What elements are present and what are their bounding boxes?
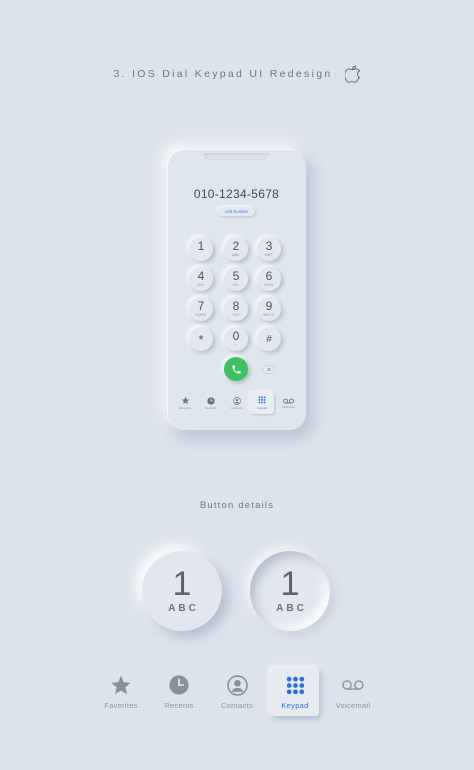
clock-icon bbox=[169, 675, 189, 695]
tab-label: Recents bbox=[164, 701, 194, 710]
key-2[interactable]: 2 ABC bbox=[224, 237, 248, 261]
key-5[interactable]: 5 JKL bbox=[224, 267, 248, 291]
phone-tab-bar: Favorites Recents Contacts Keypad Voicem… bbox=[173, 392, 300, 414]
tab-label: Contacts bbox=[221, 701, 253, 710]
phone-tab-label: Favorites bbox=[178, 406, 192, 410]
key-digit: 3 bbox=[265, 239, 273, 253]
key-letters: ABC bbox=[231, 253, 241, 257]
phone-tab-label: Voicemail bbox=[281, 404, 295, 409]
phone-notch bbox=[204, 153, 269, 160]
apple-icon bbox=[344, 65, 360, 83]
phone-tab-voicemail[interactable]: Voicemail bbox=[276, 392, 300, 414]
tab-voicemail[interactable]: Voicemail bbox=[329, 668, 377, 716]
phone-tab-recents[interactable]: Recents bbox=[199, 392, 223, 414]
key-digit: # bbox=[266, 333, 272, 345]
phone-tab-label: Recents bbox=[205, 405, 217, 410]
star-icon bbox=[181, 396, 189, 404]
key-9[interactable]: 9 WXYZ bbox=[257, 297, 281, 321]
key-letters: TUV bbox=[232, 313, 240, 317]
dialed-number: 010-1234-5678 bbox=[193, 187, 280, 201]
key-letters: MNO bbox=[264, 283, 274, 287]
key-letters: WXYZ bbox=[263, 313, 275, 317]
delete-button[interactable] bbox=[262, 364, 274, 374]
key-digit: 5 bbox=[232, 269, 240, 283]
call-button[interactable] bbox=[224, 357, 248, 381]
button-details-title: Button details bbox=[199, 500, 275, 511]
phone-tab-favorites[interactable]: Favorites bbox=[173, 392, 197, 414]
key-letters: ABC bbox=[168, 603, 199, 614]
key-digit: 6 bbox=[265, 269, 273, 283]
person-icon bbox=[226, 674, 248, 696]
key-detail-pressed[interactable]: 1 ABC bbox=[250, 551, 330, 631]
person-icon bbox=[232, 396, 241, 405]
key-letters: JKL bbox=[232, 283, 240, 287]
key-0[interactable]: 0 + bbox=[224, 327, 248, 351]
keypad-icon bbox=[286, 676, 304, 694]
clock-icon bbox=[207, 396, 215, 405]
tab-keypad[interactable]: Keypad bbox=[271, 668, 319, 716]
key-digit: 1 bbox=[280, 565, 300, 603]
phone-icon bbox=[231, 364, 241, 374]
phone-tab-contacts[interactable]: Contacts bbox=[225, 392, 249, 414]
tab-label: Favorites bbox=[104, 701, 138, 710]
key-digit: * bbox=[198, 331, 204, 347]
backspace-icon bbox=[262, 364, 274, 374]
voicemail-icon bbox=[282, 398, 294, 403]
key-letters: GHI bbox=[197, 283, 205, 287]
key-digit: 7 bbox=[197, 299, 205, 313]
phone-tab-label: Keypad bbox=[257, 406, 268, 410]
key-digit: 1 bbox=[197, 239, 205, 253]
star-icon bbox=[111, 675, 131, 694]
key-digit: 0 bbox=[232, 329, 240, 343]
key-4[interactable]: 4 GHI bbox=[189, 267, 213, 291]
key-letters: DEF bbox=[265, 253, 273, 257]
page-title: 3. IOS Dial Keypad UI Redesign bbox=[113, 68, 333, 80]
key-detail-normal[interactable]: 1 ABC bbox=[142, 551, 222, 631]
key-7[interactable]: 7 PQRS bbox=[189, 297, 213, 321]
key-letters: ABC bbox=[276, 603, 307, 614]
tab-recents[interactable]: Recents bbox=[155, 668, 203, 716]
phone-mockup: 010-1234-5678 Add Number 1 2 ABC 3 DEF 4… bbox=[167, 149, 306, 430]
add-number-button[interactable]: Add Number bbox=[218, 207, 255, 216]
keypad-icon bbox=[258, 396, 266, 404]
key-digit: 9 bbox=[265, 299, 273, 313]
key-letters: PQRS bbox=[195, 313, 207, 317]
key-6[interactable]: 6 MNO bbox=[257, 267, 281, 291]
key-digit: 8 bbox=[232, 299, 240, 313]
key-hash[interactable]: # bbox=[257, 327, 281, 351]
voicemail-icon bbox=[342, 680, 364, 690]
key-3[interactable]: 3 DEF bbox=[257, 237, 281, 261]
key-digit: 1 bbox=[172, 565, 192, 603]
phone-tab-keypad[interactable]: Keypad bbox=[250, 392, 275, 414]
key-letters: + bbox=[234, 343, 238, 347]
key-digit: 2 bbox=[232, 239, 240, 253]
key-8[interactable]: 8 TUV bbox=[224, 297, 248, 321]
key-1[interactable]: 1 bbox=[189, 237, 213, 261]
tab-contacts[interactable]: Contacts bbox=[213, 668, 261, 716]
phone-tab-label: Contacts bbox=[230, 405, 243, 410]
page-header: 3. IOS Dial Keypad UI Redesign bbox=[0, 60, 474, 88]
tab-bar: Favorites Recents Contacts Keypad Voicem… bbox=[97, 668, 377, 716]
tab-label: Keypad bbox=[281, 701, 309, 710]
tab-label: Voicemail bbox=[335, 701, 371, 710]
tab-favorites[interactable]: Favorites bbox=[97, 668, 145, 716]
key-digit: 4 bbox=[197, 269, 205, 283]
key-star[interactable]: * bbox=[189, 327, 213, 351]
